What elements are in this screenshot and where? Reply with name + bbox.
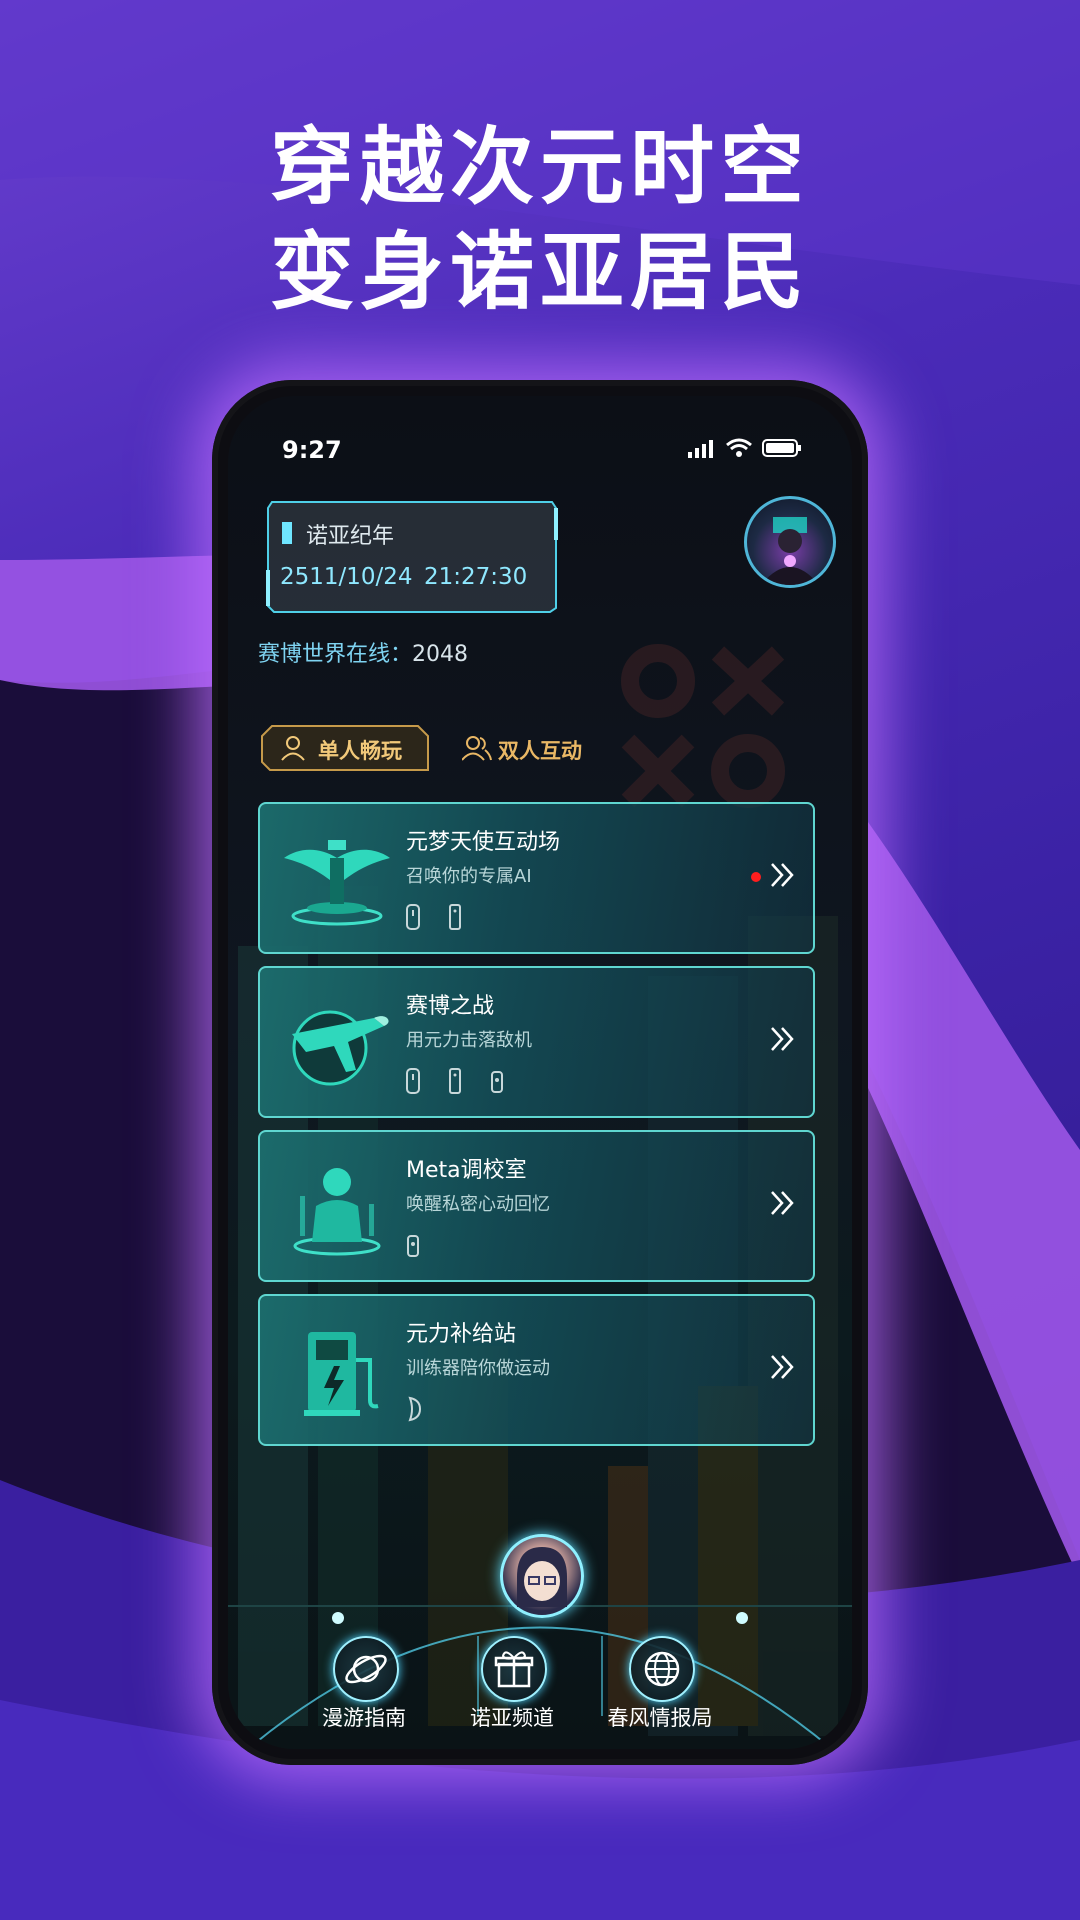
notification-dot: [751, 872, 761, 882]
date-panel: 诺亚纪年 2511/10/24 21:27:30: [266, 500, 558, 614]
users-icon: [462, 736, 492, 761]
device-icon: [408, 1396, 422, 1422]
phone-frame: 9:27 诺亚纪年 2511/10/24 21:27:30 赛博世界在线：204…: [212, 380, 868, 1765]
device-icon: [406, 1068, 420, 1094]
double-chevron-right-icon: [771, 863, 794, 887]
assistant-avatar[interactable]: [500, 1534, 584, 1618]
avatar-figure-icon: [761, 517, 819, 585]
date-panel-time: 21:27:30: [424, 564, 528, 590]
angel-wings-icon: [284, 840, 390, 926]
promo-headline-2: 变身诺亚居民: [269, 223, 810, 321]
card-subtitle: 用元力击落敌机: [406, 1030, 532, 1051]
status-time: 9:27: [282, 436, 342, 464]
online-label: 赛博世界在线：: [258, 642, 413, 667]
tab-single-play-label: 单人畅玩: [318, 739, 402, 763]
double-chevron-right-icon: [771, 1191, 794, 1215]
promo-headline-1: 穿越次元时空: [269, 118, 810, 216]
nav-spring-intel-button[interactable]: [629, 1636, 695, 1702]
anime-girl-icon: [517, 1547, 567, 1607]
card-energy-station[interactable]: 元力补给站 训练器陪你做运动: [258, 1294, 815, 1446]
tab-duo-interaction[interactable]: 双人互动: [460, 724, 620, 772]
gift-icon: [494, 1651, 534, 1688]
card-cyber-battle[interactable]: 赛博之战 用元力击落敌机: [258, 966, 815, 1118]
wifi-icon: [726, 438, 752, 457]
nav-noah-channel-button[interactable]: [481, 1636, 547, 1702]
card-title: 赛博之战: [406, 994, 495, 1019]
mode-tabs: 单人畅玩 双人互动: [260, 724, 820, 772]
device-icon: [491, 1071, 503, 1093]
nav-roaming-guide-button[interactable]: [333, 1636, 399, 1702]
card-dream-angel[interactable]: 元梦天使互动场 召唤你的专属AI: [258, 802, 815, 954]
device-icon: [449, 1068, 461, 1094]
signal-icon: [688, 440, 713, 458]
planet-icon: [345, 1654, 387, 1684]
plane-icon: [292, 1010, 389, 1086]
card-meta-tuning[interactable]: Meta调校室 唤醒私密心动回忆: [258, 1130, 815, 1282]
device-icons: [406, 904, 462, 930]
tab-single-play[interactable]: 单人畅玩: [260, 724, 430, 772]
date-panel-title: 诺亚纪年: [306, 524, 395, 549]
card-subtitle: 训练器陪你做运动: [406, 1358, 550, 1379]
app-screen: 9:27 诺亚纪年 2511/10/24 21:27:30 赛博世界在线：204…: [228, 396, 852, 1749]
status-bar: 9:27: [228, 434, 852, 474]
globe-icon: [644, 1651, 680, 1687]
nav-label-noah-channel[interactable]: 诺亚频道: [452, 1702, 572, 1732]
battery-icon: [762, 439, 801, 457]
online-counter: 赛博世界在线：2048: [258, 636, 468, 668]
device-icon: [407, 1235, 419, 1257]
card-subtitle: 唤醒私密心动回忆: [406, 1194, 550, 1215]
card-subtitle: 召唤你的专属AI: [406, 866, 532, 887]
charging-station-icon: [304, 1332, 379, 1416]
double-chevron-right-icon: [771, 1027, 794, 1051]
device-icons: [406, 1232, 420, 1258]
date-panel-marker: [282, 522, 292, 544]
device-icons: [406, 1068, 504, 1094]
card-title: 元力补给站: [406, 1322, 517, 1347]
date-panel-date: 2511/10/24: [280, 564, 413, 590]
device-icon: [406, 904, 420, 930]
nav-label-spring-intel[interactable]: 春风情报局: [600, 1702, 720, 1732]
card-title: Meta调校室: [406, 1158, 527, 1183]
online-count: 2048: [412, 642, 469, 667]
user-avatar[interactable]: [744, 496, 836, 588]
nav-label-roaming-guide[interactable]: 漫游指南: [304, 1702, 424, 1732]
card-title: 元梦天使互动场: [406, 830, 561, 855]
person-icon: [293, 1168, 381, 1256]
tab-duo-interaction-label: 双人互动: [498, 739, 582, 763]
double-chevron-right-icon: [771, 1355, 794, 1379]
device-icons: [406, 1396, 422, 1422]
device-icon: [449, 904, 461, 930]
user-icon: [281, 736, 305, 761]
